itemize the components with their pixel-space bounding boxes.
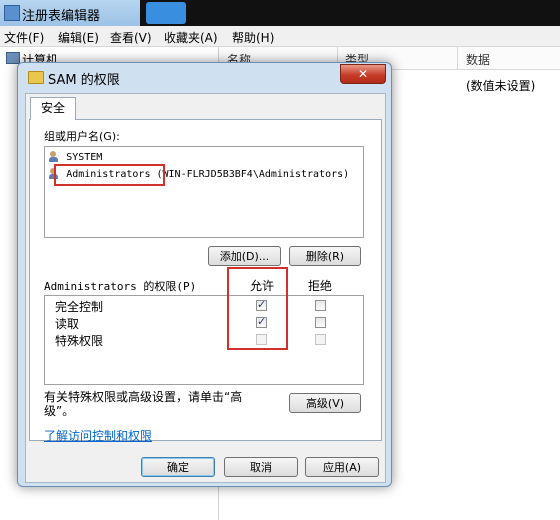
- registry-window-title: 注册表编辑器: [22, 9, 101, 24]
- permissions-list: 完全控制 读取 特殊权限: [44, 295, 364, 385]
- permissions-header: Administrators 的权限(P): [44, 280, 197, 293]
- advanced-hint: 有关特殊权限或高级设置，请单击“高级”。: [44, 390, 243, 418]
- registry-menubar: 文件(F) 编辑(E) 查看(V) 收藏夹(A) 帮助(H): [0, 26, 560, 47]
- apply-button[interactable]: 应用(A): [305, 457, 379, 477]
- dialog-titlebar[interactable]: SAM 的权限 ✕: [18, 63, 391, 91]
- perm-name-full-control: 完全控制: [55, 300, 104, 314]
- dialog-title: SAM 的权限: [48, 73, 120, 88]
- menu-help[interactable]: 帮助(H): [232, 29, 274, 46]
- column-data[interactable]: 数据: [466, 51, 490, 68]
- deny-header: 拒绝: [308, 279, 333, 293]
- obscured-area: [140, 0, 560, 26]
- registry-data-value: (数值未设置): [466, 79, 536, 93]
- ok-button[interactable]: 确定: [141, 457, 215, 477]
- remove-button[interactable]: 删除(R): [289, 246, 361, 266]
- menu-favorites[interactable]: 收藏夹(A): [164, 29, 218, 46]
- user-group-icon: [49, 151, 63, 163]
- menu-edit[interactable]: 编辑(E): [58, 29, 99, 46]
- annotation-box-allow: [227, 267, 288, 350]
- group-label: 组或用户名(G):: [44, 130, 120, 143]
- access-control-help-link[interactable]: 了解访问控制和权限: [44, 427, 152, 444]
- perm-name-read: 读取: [55, 317, 80, 331]
- tab-security[interactable]: 安全: [30, 97, 76, 120]
- user-name: SYSTEM: [66, 152, 103, 163]
- column-separator: [457, 47, 458, 69]
- deny-special-checkbox: [315, 334, 326, 345]
- regedit-app-icon: [4, 5, 20, 21]
- folder-icon: [28, 71, 44, 84]
- cancel-button[interactable]: 取消: [224, 457, 298, 477]
- permissions-dialog: SAM 的权限 ✕ 安全 组或用户名(G): SYSTEM Administra…: [17, 62, 392, 487]
- deny-read-checkbox[interactable]: [315, 317, 326, 328]
- menu-file[interactable]: 文件(F): [4, 29, 44, 46]
- add-button[interactable]: 添加(D)...: [208, 246, 281, 266]
- user-list[interactable]: SYSTEM Administrators (WIN-FLRJD5B3BF4\A…: [44, 146, 364, 238]
- close-button[interactable]: ✕: [340, 64, 386, 84]
- advanced-button[interactable]: 高级(V): [289, 393, 361, 413]
- annotation-box-administrators: [54, 164, 165, 186]
- menu-view[interactable]: 查看(V): [110, 29, 152, 46]
- perm-name-special: 特殊权限: [55, 334, 104, 348]
- taskbar-icon: [146, 2, 186, 24]
- deny-full-control-checkbox[interactable]: [315, 300, 326, 311]
